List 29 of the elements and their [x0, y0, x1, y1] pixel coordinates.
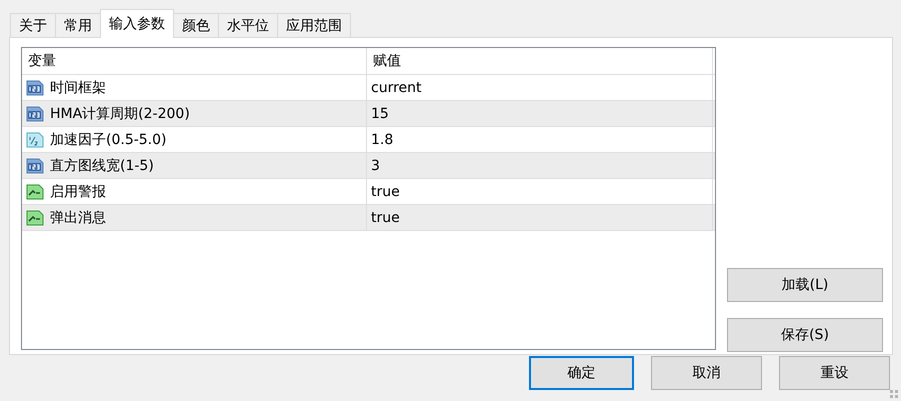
parameter-name: 加速因子(0.5-5.0) [50, 130, 167, 148]
tab[interactable]: 输入参数 [100, 9, 174, 38]
parameter-value[interactable]: 3 [367, 153, 713, 178]
integer-type-icon [26, 104, 44, 122]
parameter-value[interactable]: 15 [367, 101, 713, 126]
toggle-type-icon [26, 208, 44, 226]
parameter-value[interactable]: true [367, 205, 713, 230]
parameter-name: 弹出消息 [50, 208, 106, 226]
parameter-name: 时间框架 [50, 78, 106, 96]
parameter-value[interactable]: 1.8 [367, 127, 713, 152]
side-button[interactable]: 保存(S) [727, 318, 883, 352]
parameter-name: 启用警报 [50, 182, 106, 200]
dialog-button[interactable]: 确定 [529, 356, 634, 390]
column-header[interactable]: 赋值 [367, 48, 713, 74]
integer-type-icon [26, 78, 44, 96]
toggle-type-icon [26, 182, 44, 200]
tab[interactable]: 应用范围 [277, 13, 351, 37]
parameter-name: 直方图线宽(1-5) [50, 156, 154, 174]
fraction-type-icon [26, 130, 44, 148]
column-header[interactable]: 变量 [22, 48, 367, 74]
resize-grip-icon[interactable] [890, 390, 898, 398]
tab[interactable]: 关于 [10, 13, 56, 37]
integer-type-icon [26, 156, 44, 174]
parameter-name: HMA计算周期(2-200) [50, 104, 190, 122]
side-button[interactable]: 加载(L) [727, 268, 883, 302]
dialog-button[interactable]: 取消 [651, 356, 762, 390]
dialog-button[interactable]: 重设 [779, 356, 890, 390]
parameter-value[interactable]: current [367, 75, 713, 100]
parameter-value[interactable]: true [367, 179, 713, 204]
